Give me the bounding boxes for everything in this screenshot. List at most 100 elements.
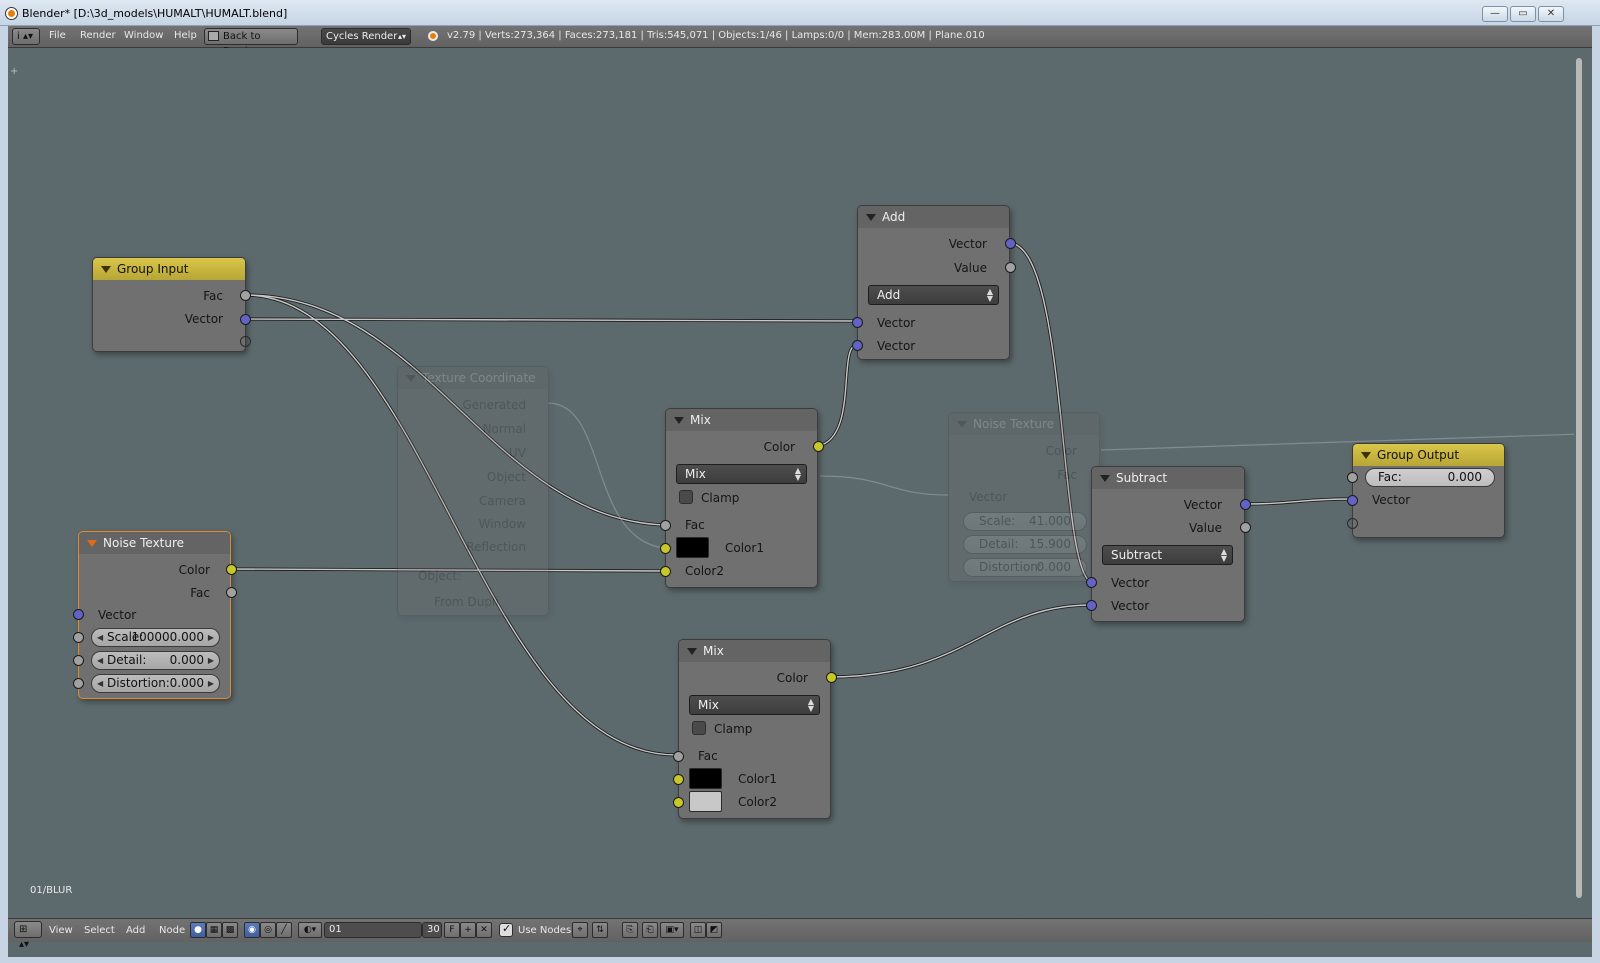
output-fac-socket[interactable] <box>226 587 237 598</box>
input-fac-socket[interactable] <box>1347 472 1358 483</box>
detail-field[interactable]: ◀ Detail: 0.000 ▶ <box>91 651 220 670</box>
distortion-field[interactable]: ◀ Distortion: 0.000 ▶ <box>91 674 220 693</box>
menu-select[interactable]: Select <box>84 925 115 936</box>
scale-field[interactable]: ◀ Scale: 100000.000 ▶ <box>91 628 220 647</box>
scrollbar-thumb[interactable] <box>1576 58 1582 898</box>
menu-render[interactable]: Render <box>80 30 116 41</box>
node-header[interactable]: Group Output <box>1353 444 1504 466</box>
back-to-previous-button[interactable]: Back to Previous <box>204 28 298 57</box>
compositing-nodes-icon[interactable]: ▦ <box>206 922 222 938</box>
menu-node[interactable]: Node <box>159 925 185 936</box>
output-vector-socket[interactable] <box>1240 499 1251 510</box>
world-shader-icon[interactable]: ◎ <box>260 922 276 938</box>
input-color1-socket[interactable] <box>660 543 671 554</box>
output-vector-socket[interactable] <box>1005 238 1016 249</box>
scale-field[interactable]: Scale: 41.000 <box>963 512 1087 531</box>
object-shader-icon[interactable]: ◉ <box>244 922 260 938</box>
new-node-tree-icon[interactable]: + <box>460 922 476 938</box>
input-vector-socket[interactable] <box>73 609 84 620</box>
input-color2-socket[interactable] <box>660 566 671 577</box>
output-value-socket[interactable] <box>1240 522 1251 533</box>
render-engine-select[interactable]: Cycles Render ▴▾ <box>321 28 411 45</box>
node-header[interactable]: Add <box>858 206 1009 228</box>
fake-user-button[interactable]: F <box>444 922 460 938</box>
output-value-socket[interactable] <box>1005 262 1016 273</box>
node-header[interactable]: Mix <box>679 640 830 662</box>
collapse-triangle-icon[interactable] <box>101 266 111 273</box>
close-button[interactable]: ✕ <box>1538 6 1564 22</box>
render-view-icon[interactable]: ◩ <box>706 922 722 938</box>
menu-help[interactable]: Help <box>174 30 197 41</box>
node-header[interactable]: Mix <box>666 409 817 431</box>
node-tree-browse-icon[interactable]: ◐▾ <box>298 922 322 938</box>
maximize-button[interactable]: ▭ <box>1510 6 1536 22</box>
node-header[interactable]: Texture Coordinate <box>398 367 548 389</box>
render-preview-icon[interactable]: ◫ <box>690 922 706 938</box>
input-color2-socket[interactable] <box>673 797 684 808</box>
output-color-socket[interactable] <box>826 672 837 683</box>
paste-nodes-icon[interactable]: ⎗ <box>642 922 658 938</box>
node-tree-name-field[interactable]: 01 <box>324 922 422 938</box>
color1-swatch[interactable] <box>676 537 709 558</box>
collapse-triangle-icon[interactable] <box>87 540 97 547</box>
add-node[interactable]: Add Vector Value Add ▲ ▼ Vector Vector <box>852 205 1016 360</box>
snap-mode-icon[interactable]: ⇅ <box>592 922 608 938</box>
editor-type-button[interactable]: ⊞ ▴▾ <box>14 921 42 950</box>
input-vector-2-socket[interactable] <box>1086 600 1097 611</box>
collapse-triangle-icon[interactable] <box>866 214 876 221</box>
input-vector-socket[interactable] <box>1347 495 1358 506</box>
unlink-icon[interactable]: ✕ <box>476 922 492 938</box>
output-color-socket[interactable] <box>813 441 824 452</box>
collapse-triangle-icon[interactable] <box>674 417 684 424</box>
color1-swatch[interactable] <box>689 768 722 789</box>
input-fac-socket[interactable] <box>673 751 684 762</box>
snap-icon[interactable]: ⌖ <box>572 922 588 938</box>
fac-field[interactable]: Fac: 0.000 <box>1365 468 1495 487</box>
output-vector-socket[interactable] <box>240 314 251 325</box>
input-distortion-socket[interactable] <box>73 678 84 689</box>
menu-file[interactable]: File <box>49 30 66 41</box>
node-header[interactable]: Subtract <box>1092 467 1244 489</box>
color2-swatch[interactable] <box>689 791 722 812</box>
texture-coordinate-node[interactable]: Texture Coordinate Generated Normal UV O… <box>397 366 549 616</box>
input-scale-socket[interactable] <box>73 632 84 643</box>
input-color1-socket[interactable] <box>673 774 684 785</box>
menu-window[interactable]: Window <box>124 30 163 41</box>
menu-add[interactable]: Add <box>126 925 145 936</box>
input-vector-1-socket[interactable] <box>1086 577 1097 588</box>
copy-nodes-icon[interactable]: ⎘ <box>622 922 638 938</box>
input-detail-socket[interactable] <box>73 655 84 666</box>
subtract-node[interactable]: Subtract Vector Value Subtract ▲ ▼ Vector … <box>1086 466 1251 622</box>
mix-node-top[interactable]: Mix Color Mix ▲ ▼ Clamp Fac Color1 Color2 <box>660 408 824 588</box>
input-fac-socket[interactable] <box>660 520 671 531</box>
operation-select[interactable]: Subtract ▲ ▼ <box>1102 545 1233 565</box>
line-style-icon[interactable]: ╱ <box>276 922 292 938</box>
blend-mode-select[interactable]: Mix ▲ ▼ <box>676 464 807 484</box>
node-header[interactable]: Group Input <box>93 258 245 280</box>
collapse-triangle-icon[interactable] <box>687 648 697 655</box>
minimize-button[interactable]: — <box>1482 6 1508 22</box>
noise-texture-node-ghost[interactable]: Noise Texture Color Fac Vector Scale: 41.… <box>948 412 1100 582</box>
clamp-checkbox[interactable] <box>679 490 693 504</box>
group-output-node[interactable]: Group Output Fac: 0.000 Vector <box>1347 443 1505 538</box>
collapse-triangle-icon[interactable] <box>957 421 967 428</box>
input-vector-2-socket[interactable] <box>852 340 863 351</box>
use-nodes-checkbox[interactable]: ✓ <box>499 922 513 937</box>
collapse-triangle-icon[interactable] <box>1100 475 1110 482</box>
output-fac-socket[interactable] <box>240 290 251 301</box>
input-empty-socket[interactable] <box>1347 518 1358 529</box>
backdrop-icon[interactable]: ▣▾ <box>660 922 684 938</box>
texture-nodes-icon[interactable]: ▩ <box>222 922 238 938</box>
clamp-checkbox[interactable] <box>692 721 706 735</box>
blend-mode-select[interactable]: Mix ▲ ▼ <box>689 695 820 715</box>
vertical-scrollbar[interactable] <box>1574 48 1584 928</box>
node-header[interactable]: Noise Texture <box>79 532 230 554</box>
detail-field[interactable]: Detail: 15.900 <box>963 535 1087 554</box>
noise-texture-node[interactable]: Noise Texture Color Fac Vector ◀ Scale: 10… <box>73 531 237 699</box>
collapse-triangle-icon[interactable] <box>406 375 416 382</box>
menu-view[interactable]: View <box>49 925 73 936</box>
output-empty-socket[interactable] <box>240 336 251 347</box>
mix-node-bottom[interactable]: Mix Color Mix ▲ ▼ Clamp Fac Color1 Color2 <box>673 639 837 819</box>
group-input-node[interactable]: Group Input Fac Vector <box>92 257 251 352</box>
editor-type-button[interactable]: i ▴▾ <box>12 28 40 45</box>
